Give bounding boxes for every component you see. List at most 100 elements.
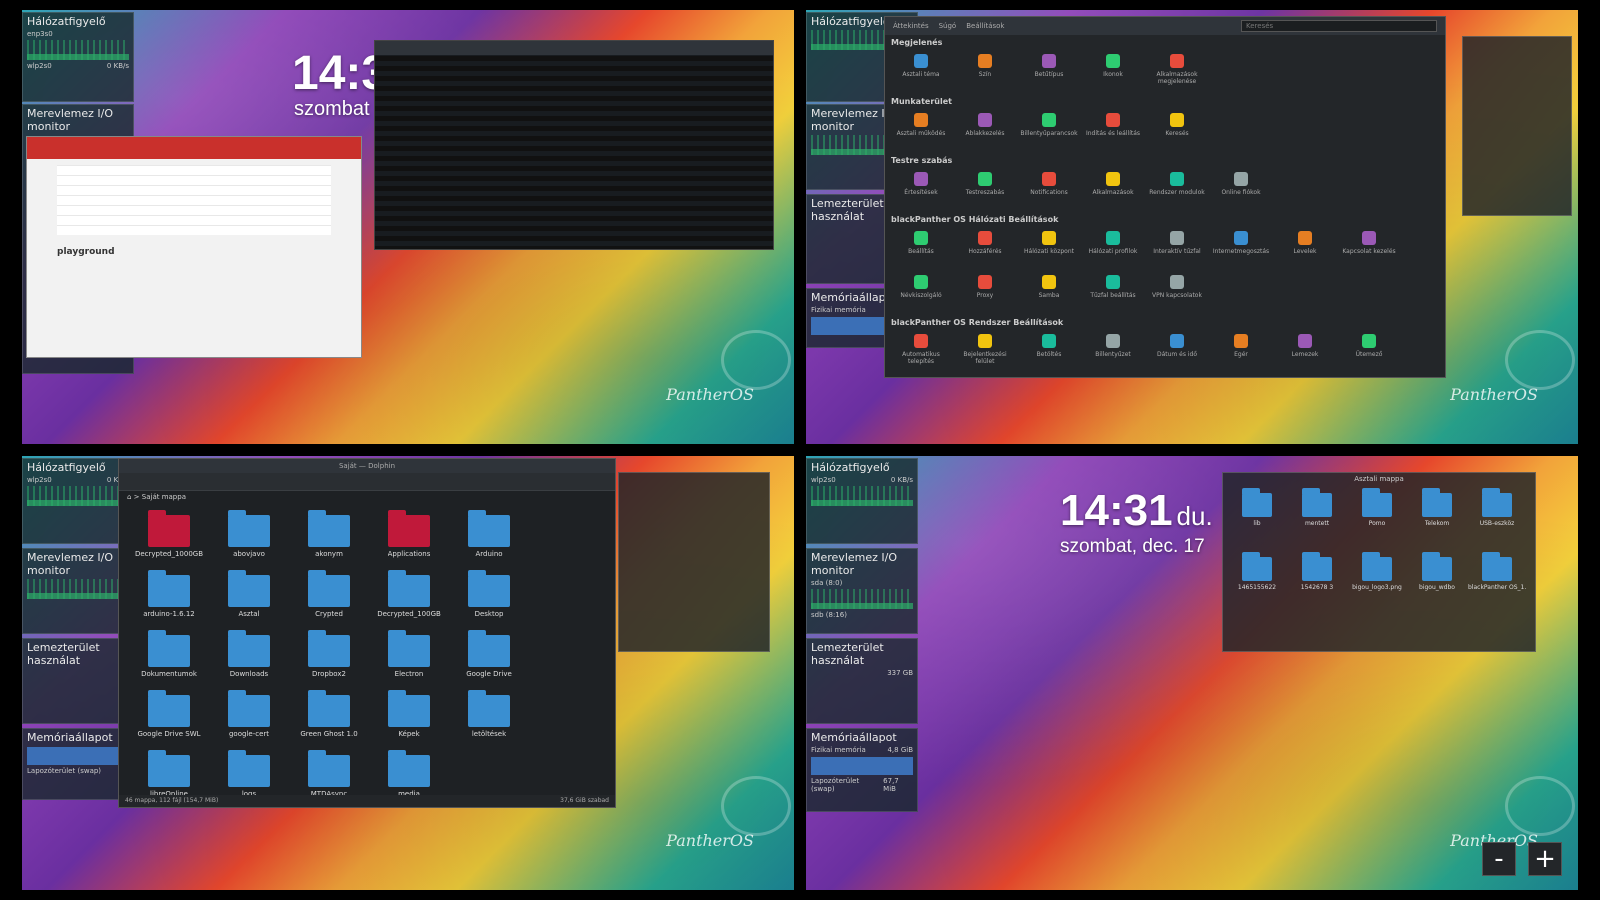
desktop-item[interactable]: mentett (1287, 488, 1347, 553)
settings-module[interactable]: Egér (1209, 330, 1273, 374)
terminal-window[interactable] (374, 40, 774, 250)
folder-item[interactable]: Electron (369, 630, 449, 691)
desktop-item[interactable]: 1465155622 (1227, 552, 1287, 617)
settings-module[interactable]: Bejelentkezési felület (953, 330, 1017, 374)
settings-module[interactable]: Beállítás (889, 227, 953, 271)
system-settings-window[interactable]: Áttekintés Súgó Beállítások Keresés Megj… (884, 16, 1446, 378)
settings-module[interactable]: Interaktív tűzfal (1145, 227, 1209, 271)
settings-module[interactable]: Rendszer modulok (1145, 168, 1209, 212)
dolphin-titlebar[interactable]: Saját — Dolphin (119, 459, 615, 473)
desktop-item[interactable]: USB-eszköz (1467, 488, 1527, 553)
search-input[interactable]: Keresés (1241, 20, 1437, 32)
folder-item[interactable]: Green Ghost 1.0 (289, 690, 369, 751)
zoom-in-button[interactable]: + (1528, 842, 1562, 876)
folder-item[interactable]: Downloads (209, 630, 289, 691)
dolphin-window[interactable]: Saját — Dolphin ⌂ > Saját mappa Decrypte… (118, 458, 616, 808)
settings-module[interactable]: Értesítések (889, 168, 953, 212)
folder-item[interactable]: google-cert (209, 690, 289, 751)
settings-module[interactable]: Internetmegosztás (1209, 227, 1273, 271)
settings-module[interactable]: Testreszabás (953, 168, 1017, 212)
folder-item[interactable]: Asztal (209, 570, 289, 631)
breadcrumb-label[interactable]: Saját mappa (142, 493, 186, 501)
settings-module[interactable]: Szín (953, 50, 1017, 94)
folder-item[interactable]: Decrypted_1000GB (129, 510, 209, 571)
workspace-3-preview[interactable]: Hálózatfigyelő wlp2s00 KB/s Merevlemez I… (22, 456, 794, 890)
settings-module[interactable]: Hozzáférés (953, 227, 1017, 271)
terminal-titlebar[interactable] (375, 41, 773, 55)
settings-module[interactable]: Ütemező (1337, 330, 1401, 374)
settings-module[interactable]: Levelek (1273, 227, 1337, 271)
settings-module[interactable]: Ablakkezelés (953, 109, 1017, 153)
folder-item[interactable]: abovjavo (209, 510, 289, 571)
settings-module[interactable]: Asztali működés (889, 109, 953, 153)
folder-item[interactable]: Desktop (449, 570, 529, 631)
folder-item[interactable]: Crypted (289, 570, 369, 631)
terminal-output[interactable] (375, 55, 773, 249)
desktop-item[interactable]: 1542678 3 (1287, 552, 1347, 617)
folder-item[interactable]: Képek (369, 690, 449, 751)
settings-module[interactable]: Samba (1017, 271, 1081, 315)
workspace-4-preview[interactable]: Hálózatfigyelő wlp2s0 0 KB/s Merevlemez I… (806, 456, 1578, 890)
desktop-item[interactable]: bigou_logo3.png (1347, 552, 1407, 617)
dolphin-toolbar[interactable] (119, 473, 615, 491)
zoom-out-button[interactable]: - (1482, 842, 1516, 876)
folder-item[interactable]: Google Drive (449, 630, 529, 691)
desktop-item[interactable]: lib (1227, 488, 1287, 553)
browser-window[interactable]: playground (26, 136, 362, 358)
desktop-item[interactable]: Telekom (1407, 488, 1467, 553)
settings-module[interactable]: Notifications (1017, 168, 1081, 212)
module-icon (1106, 113, 1120, 127)
settings-module[interactable]: Asztali téma (889, 50, 953, 94)
settings-module[interactable]: Keresés (1145, 109, 1209, 153)
settings-module[interactable]: Indítás és leállítás (1081, 109, 1145, 153)
browser-tabbar[interactable] (27, 137, 361, 159)
configure-button[interactable]: Beállítások (966, 17, 1004, 35)
settings-module[interactable]: Betűtípus (1017, 50, 1081, 94)
swap-label: Lapozóterület (swap) (27, 767, 102, 775)
settings-module[interactable]: VPN kapcsolatok (1145, 271, 1209, 315)
desktop-folderview[interactable] (1462, 36, 1572, 216)
settings-module[interactable]: Billentyűzet (1081, 330, 1145, 374)
desktop-item[interactable]: Pomo (1347, 488, 1407, 553)
folder-item[interactable]: Dropbox2 (289, 630, 369, 691)
folder-item[interactable]: arduino-1.6.12 (129, 570, 209, 631)
module-label: Kapcsolat kezelés (1342, 248, 1396, 255)
settings-module[interactable]: Tűzfal beállítás (1081, 271, 1145, 315)
settings-module[interactable]: Automatikus telepítés (889, 330, 953, 374)
desktop-item[interactable]: bigou_wdbo (1407, 552, 1467, 617)
folder-item[interactable]: letöltések (449, 690, 529, 751)
workspace-2-preview[interactable]: Hálózatfigyelő Merevlemez I/O monitor Le… (806, 10, 1578, 444)
settings-toolbar[interactable]: Áttekintés Súgó Beállítások Keresés (885, 17, 1445, 35)
back-button[interactable]: Áttekintés (893, 17, 929, 35)
folder-item[interactable]: akonym (289, 510, 369, 571)
module-icon (1106, 334, 1120, 348)
settings-module[interactable]: Hálózati központ (1017, 227, 1081, 271)
settings-module[interactable]: Online fiókok (1209, 168, 1273, 212)
settings-module[interactable]: Betöltés (1017, 330, 1081, 374)
settings-module[interactable]: Hálózati profilok (1081, 227, 1145, 271)
settings-module[interactable]: Lemezek (1273, 330, 1337, 374)
settings-module[interactable]: Alkalmazások megjelenése (1145, 50, 1209, 94)
settings-module[interactable]: Proxy (953, 271, 1017, 315)
folder-item[interactable]: Arduino (449, 510, 529, 571)
settings-module[interactable]: Névkiszolgáló (889, 271, 953, 315)
folder-item[interactable]: Google Drive SWL (129, 690, 209, 751)
desktop-folderview[interactable]: Asztali mappa lib mentett Pomo Telekom USB-e… (1222, 472, 1536, 652)
desktop-item[interactable]: blackPanther OS_1.pdf (1467, 552, 1527, 617)
settings-module[interactable]: Ikonok (1081, 50, 1145, 94)
module-label: Ablakkezelés (965, 130, 1005, 137)
settings-module[interactable]: Dátum és idő (1145, 330, 1209, 374)
folder-item[interactable]: Decrypted_100GB (369, 570, 449, 631)
help-button[interactable]: Súgó (939, 17, 957, 35)
workspace-1-preview[interactable]: Hálózatfigyelő enp3s0 wlp2s0 0 KB/s Merev… (22, 10, 794, 444)
desktop-folderview[interactable] (618, 472, 770, 652)
folder-item[interactable]: Dokumentumok (129, 630, 209, 691)
folder-label: Képek (398, 730, 420, 738)
breadcrumb[interactable]: ⌂ > Saját mappa (119, 491, 615, 505)
settings-module[interactable]: Billentyűparancsok (1017, 109, 1081, 153)
desktop-item-label: blackPanther OS_1.pdf (1468, 584, 1526, 591)
folder-item[interactable]: Applications (369, 510, 449, 571)
network-graph (27, 40, 129, 60)
settings-module[interactable]: Kapcsolat kezelés (1337, 227, 1401, 271)
settings-module[interactable]: Alkalmazások (1081, 168, 1145, 212)
